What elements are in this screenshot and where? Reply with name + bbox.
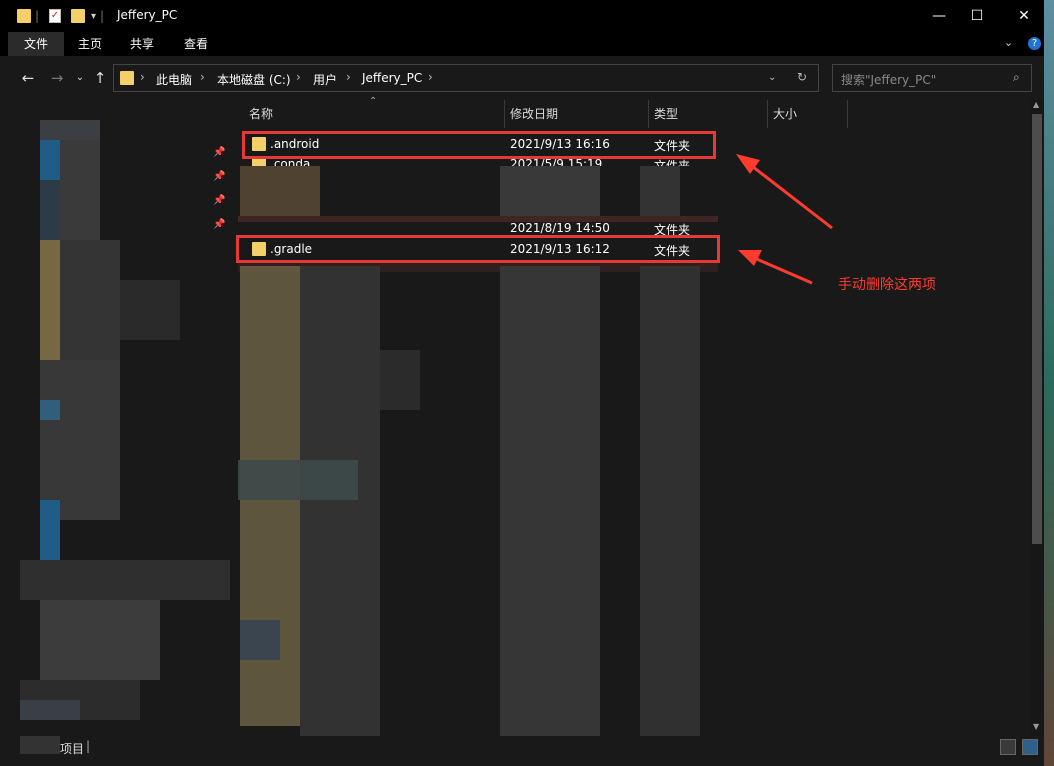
large-icons-view-icon[interactable] [1022,739,1038,755]
details-view-icon[interactable] [1000,739,1016,755]
explorer-window: | ✓ ▾ | Jeffery_PC — ☐ ✕ 文件 主页 共享 查看 ⌄ ?… [0,0,1054,766]
desktop-background [1044,0,1054,766]
blurred-region [20,736,60,754]
vertical-scrollbar[interactable]: ▲ ▼ [1030,100,1044,736]
status-item-count: 项目 [60,742,85,756]
annotation-arrow [751,255,813,285]
status-bar: 项目 | [0,736,1054,758]
annotation-arrows [736,154,833,285]
annotation-label: 手动删除这两项 [838,277,936,293]
annotation-arrow [747,161,833,230]
scroll-up-arrow-icon[interactable]: ▲ [1033,100,1039,109]
annotation-arrowhead [738,250,762,266]
scrollbar-thumb[interactable] [1032,114,1042,544]
scroll-down-arrow-icon[interactable]: ▼ [1033,722,1039,731]
separator: | [86,739,91,753]
